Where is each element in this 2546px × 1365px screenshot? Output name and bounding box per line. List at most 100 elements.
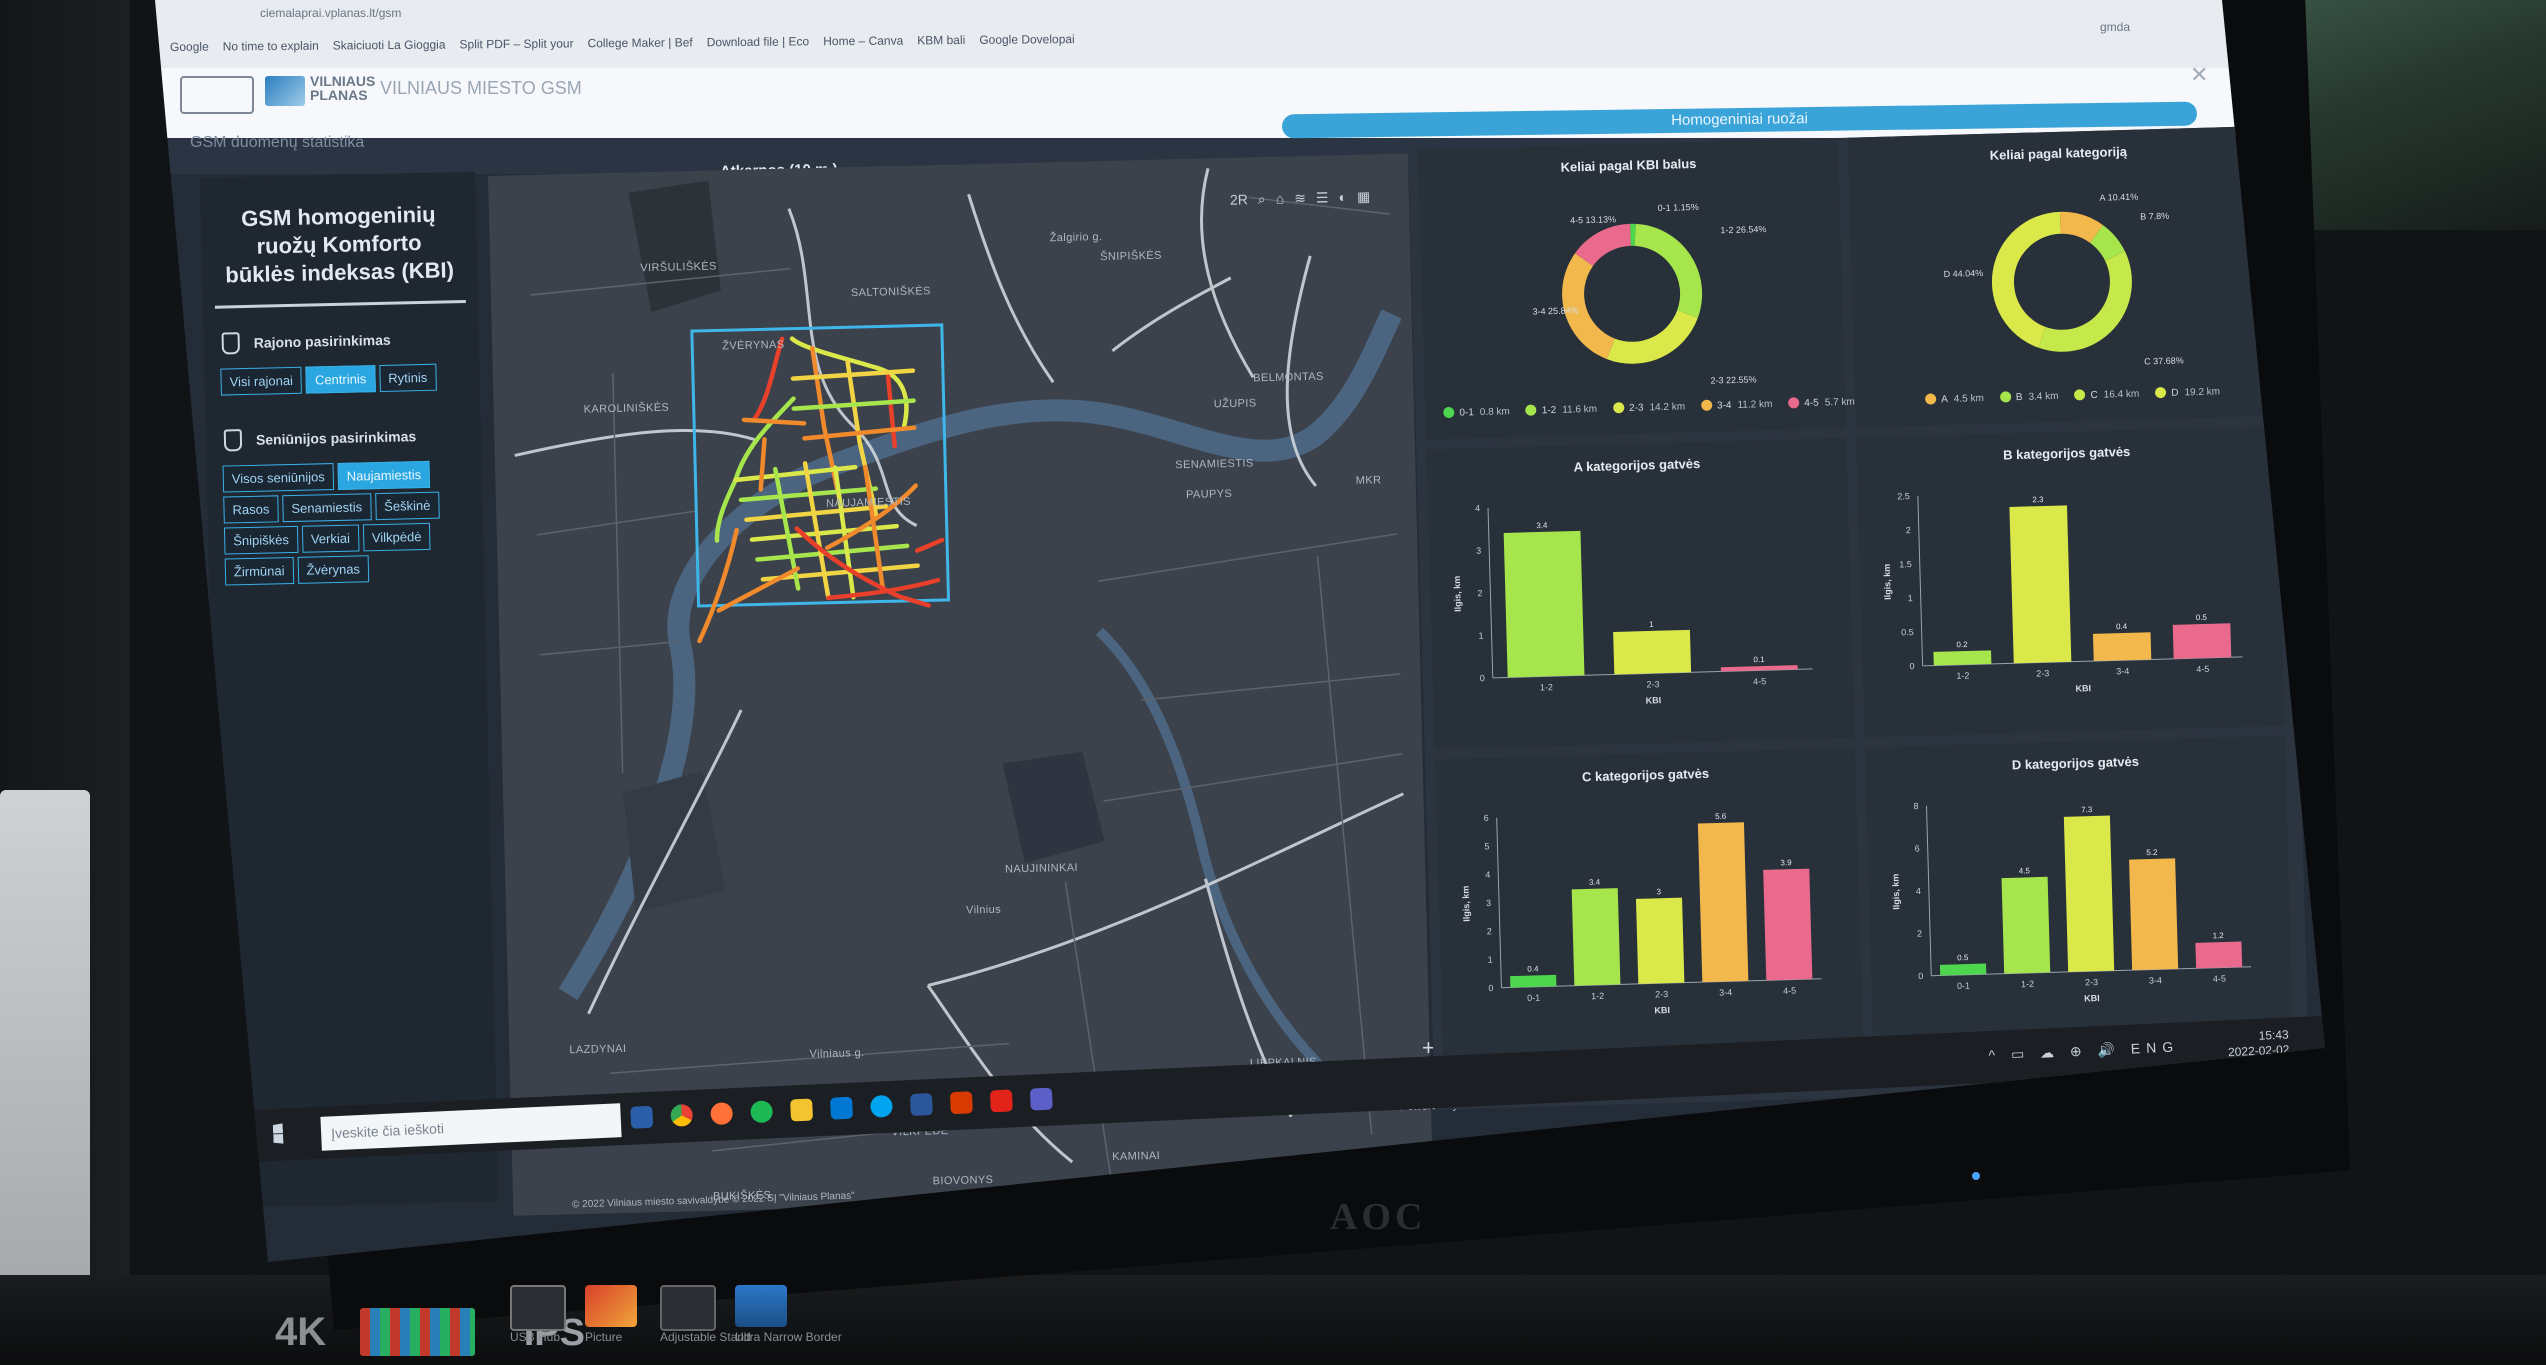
bookmark-item[interactable]: Google	[170, 40, 209, 54]
bar[interactable]	[2172, 623, 2232, 659]
close-icon[interactable]: ✕	[2190, 62, 2208, 88]
donut-kbi-card: Keliai pagal KBI balus 0-1 1.15% 1-2 26.5…	[1417, 137, 1855, 440]
donut-data-label: 0-1 1.15%	[1658, 202, 1699, 213]
x-tick-label: 1-2	[1591, 991, 1604, 1001]
legend-item[interactable]: 0-1 0.8 km	[1443, 405, 1510, 419]
legend-label: 4-5	[1804, 397, 1819, 410]
x-tick-label: 3-4	[2149, 975, 2162, 985]
grid-icon[interactable]: ▦	[1357, 188, 1371, 205]
legend-item[interactable]: 4-5 5.7 km	[1788, 396, 1855, 410]
eldership-button[interactable]: Visos seniūnijos	[222, 463, 335, 493]
legend-item[interactable]: 3-4 11.2 km	[1700, 398, 1773, 412]
eldership-button[interactable]: Šnipiškės	[223, 525, 299, 555]
edge-icon[interactable]	[869, 1094, 893, 1118]
donut-slice[interactable]	[1606, 310, 1700, 365]
bookmark-item[interactable]: Download file | Eco	[707, 34, 810, 49]
donut-slice[interactable]	[2036, 251, 2134, 353]
bar-data-label: 3	[1656, 887, 1661, 896]
file-explorer-icon[interactable]	[790, 1098, 814, 1122]
taskbar-search-input[interactable]: Įveskite čia ieškoti	[320, 1103, 622, 1151]
bar[interactable]	[1571, 888, 1621, 986]
teams-icon[interactable]	[1029, 1087, 1053, 1111]
bookmark-item[interactable]: Google Dovelopai	[979, 32, 1075, 47]
search-icon[interactable]: ⌕	[1258, 191, 1266, 208]
bookmark-item[interactable]: Split PDF – Split your	[459, 36, 573, 51]
bar-c-chart[interactable]: 0 1 2 3 4 5 6 0.4 0-1 3.4 1-2 3 2-3 5.6 3-4 3.9 4-5 KBI Il…	[1436, 768, 1864, 1060]
legend-label: C	[2090, 389, 2098, 402]
spotify-icon[interactable]	[750, 1100, 774, 1124]
x-tick-label: 0-1	[1957, 981, 1970, 991]
legend-item[interactable]: B 3.4 km	[1999, 390, 2059, 404]
eldership-button[interactable]: Verkiai	[301, 524, 360, 553]
chrome-icon[interactable]	[670, 1103, 694, 1127]
eldership-button[interactable]: Žirmūnai	[224, 556, 294, 586]
sticker-usb	[510, 1285, 566, 1331]
bar-b-chart[interactable]: 0 0.5 1 1.5 2 2.5 0.2 1-2 2.3 2-3 0.4 3-4 0.5 4-5 KBI I…	[1857, 446, 2285, 738]
bar[interactable]	[1503, 530, 1585, 678]
eldership-button[interactable]: Senamiestis	[282, 493, 372, 523]
map-view[interactable]: VIRŠULIŠKĖS ŠNIPIŠKĖS Žalgirio g. SALTONIŠK…	[488, 153, 1434, 1216]
legend-item[interactable]: D 19.2 km	[2155, 385, 2220, 399]
home-icon[interactable]: ⌂	[1276, 190, 1285, 207]
word-icon[interactable]	[909, 1093, 933, 1117]
bookmark-item[interactable]: College Maker | Bef	[587, 35, 692, 50]
profile-label[interactable]: gmda	[2100, 20, 2130, 34]
bar[interactable]	[2092, 632, 2152, 662]
legend-item[interactable]: A 4.5 km	[1925, 392, 1984, 406]
firefox-icon[interactable]	[710, 1102, 734, 1126]
bar[interactable]	[1697, 822, 1749, 983]
district-button[interactable]: Rytinis	[378, 363, 437, 392]
district-button[interactable]: Visi rajonai	[220, 366, 303, 396]
map-tool-2r[interactable]: 2R	[1230, 191, 1248, 208]
bar-data-label: 0.4	[1527, 964, 1539, 973]
bar[interactable]	[2001, 876, 2051, 974]
bar[interactable]	[1635, 897, 1685, 984]
donut-slice[interactable]	[1634, 222, 1703, 320]
donut-slice[interactable]	[1990, 211, 2064, 349]
bookmark-item[interactable]: KBM bali	[917, 33, 965, 47]
bookmark-item[interactable]: Home – Canva	[823, 34, 903, 49]
district-button[interactable]: Centrinis	[305, 365, 376, 394]
bar[interactable]	[1763, 868, 1813, 981]
eldership-button[interactable]: Rasos	[223, 495, 279, 524]
legend-item[interactable]: 2-3 14.2 km	[1612, 400, 1685, 414]
sticker-usb-label: USB Hub	[510, 1330, 561, 1344]
city-logo	[180, 76, 254, 114]
bookmark-item[interactable]: Skaiciuoti La Gioggia	[333, 38, 446, 53]
url-bar[interactable]: ciemalaprai.vplanas.lt/gsm	[260, 6, 1160, 24]
district-section-label: Rajono pasirinkimas	[253, 331, 391, 351]
y-tick-label: 0	[1918, 971, 1923, 981]
bar[interactable]	[1933, 650, 1992, 666]
basemap-icon[interactable]: ◐	[1338, 189, 1347, 206]
bar-data-label: 1.2	[2213, 931, 2225, 940]
layers-icon[interactable]: ≋	[1294, 190, 1306, 207]
bookmark-item[interactable]: No time to explain	[223, 39, 319, 54]
legend-swatch	[1999, 391, 2011, 403]
bar[interactable]	[2195, 941, 2243, 969]
bar[interactable]	[1510, 974, 1557, 988]
store-icon[interactable]	[830, 1096, 854, 1120]
eldership-button[interactable]: Žvėrynas	[297, 555, 370, 584]
bar-data-label: 4.5	[2019, 866, 2031, 875]
list-icon[interactable]: ☰	[1316, 189, 1329, 206]
bar-d-chart[interactable]: 0 2 4 6 8 0.5 0-1 4.5 1-2 7.3 2-3 5.2 3-4 1.2 4-5 KBI Il…	[1865, 756, 2293, 1048]
bar[interactable]	[1613, 629, 1692, 675]
legend-item[interactable]: C 16.4 km	[2074, 388, 2139, 402]
windows-start-icon[interactable]	[273, 1122, 296, 1145]
eldership-button[interactable]: Šeškinė	[374, 491, 440, 521]
bar[interactable]	[2009, 505, 2072, 664]
legend-value: 11.2 km	[1737, 398, 1773, 411]
eldership-button[interactable]: Vilkpėdė	[362, 522, 431, 552]
powerpoint-icon[interactable]	[949, 1091, 973, 1115]
y-tick-label: 1	[1487, 955, 1492, 965]
eldership-button[interactable]: Naujamiestis	[337, 460, 431, 490]
task-view-icon[interactable]	[630, 1105, 654, 1129]
acrobat-icon[interactable]	[989, 1089, 1013, 1113]
legend-item[interactable]: 1-2 11.6 km	[1525, 403, 1597, 417]
bar[interactable]	[2129, 858, 2179, 971]
bar[interactable]	[2063, 815, 2115, 972]
bar[interactable]	[1939, 963, 1987, 976]
system-tray-icons[interactable]: ^ ▭ ☁ ⊕ 🔊 ENG	[1988, 1038, 2179, 1064]
planas-logo	[265, 76, 305, 106]
bar-a-chart[interactable]: 0 1 2 3 4 3.4 1-2 1 2-3 0.1 4-5 KBI Ilgis, km	[1427, 458, 1855, 750]
